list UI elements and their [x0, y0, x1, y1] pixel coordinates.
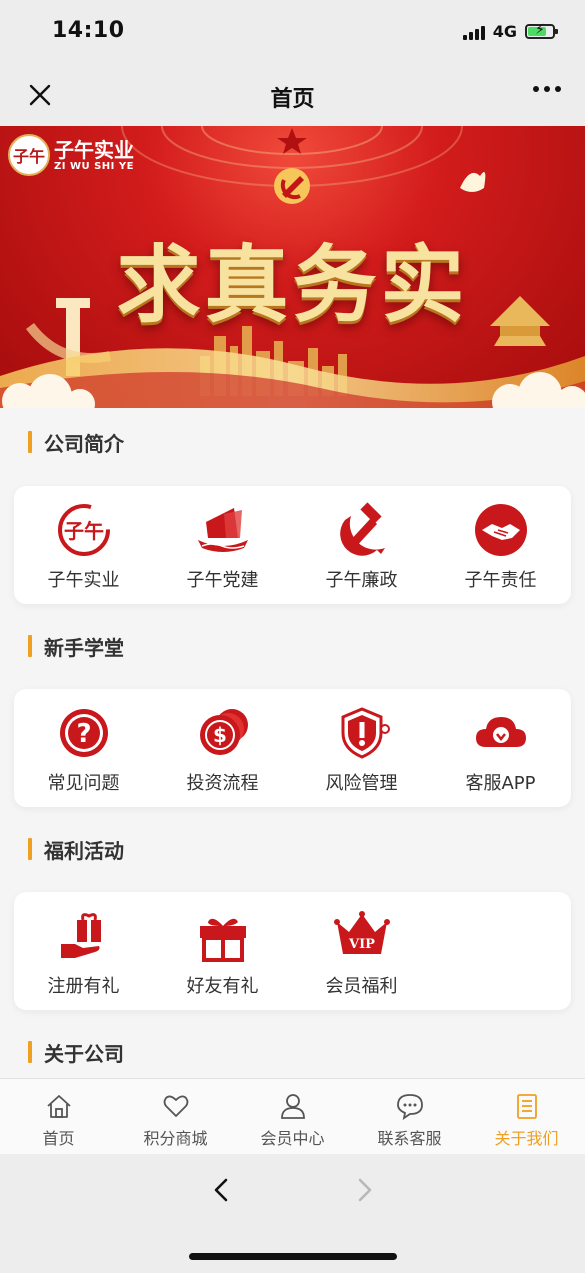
section-title-benefits: 福利活动 — [28, 835, 124, 863]
question-icon: ? — [59, 709, 108, 757]
party-building-icon — [197, 508, 248, 552]
status-time: 14:10 — [52, 18, 125, 43]
dollar-coins-icon: $ — [199, 709, 248, 755]
status-indicators: 4G ⚡ — [462, 22, 558, 41]
tab-home[interactable]: 首页 — [0, 1079, 117, 1154]
forward-arrow-icon[interactable] — [348, 1174, 380, 1206]
back-arrow-icon[interactable] — [206, 1174, 238, 1206]
battery-icon: ⚡ — [525, 22, 558, 39]
tab-points-mall[interactable]: 积分商城 — [117, 1079, 234, 1154]
section-title-beginner: 新手学堂 — [28, 632, 124, 660]
svg-text:$: $ — [213, 723, 227, 747]
main-content[interactable]: 公司简介 子午 子午实业 子午党建 子午廉政 子午责任 新手学堂 ? 常见问题 … — [0, 408, 585, 1078]
card-company-intro: 子午 子午实业 子午党建 子午廉政 子午责任 — [14, 486, 571, 604]
section-title-company: 公司简介 — [28, 428, 124, 456]
vip-crown-icon: VIP — [333, 911, 390, 954]
section-accent-bar — [28, 635, 32, 657]
bottom-tab-bar: 首页 积分商城 会员中心 联系客服 关于我们 — [0, 1078, 585, 1154]
section-accent-bar — [28, 838, 32, 860]
grid-item-faq[interactable]: ? 常见问题 — [14, 705, 153, 795]
banner-slogan: 求真务实 — [116, 235, 469, 334]
grid-item-register-gift[interactable]: 注册有礼 — [14, 908, 153, 998]
section-accent-bar — [28, 431, 32, 453]
browser-toolbar — [0, 1154, 585, 1273]
grid-item-service-app[interactable]: 客服APP — [431, 705, 570, 795]
charging-bolt-icon: ⚡ — [535, 22, 545, 38]
svg-text:VIP: VIP — [348, 937, 375, 952]
brand-name: 子午实业 — [54, 137, 134, 162]
heart-icon — [163, 1095, 188, 1117]
grid-item-party-building[interactable]: 子午党建 — [153, 502, 292, 592]
document-icon — [516, 1094, 537, 1119]
hand-gift-icon — [60, 913, 101, 958]
hammer-sickle-icon — [339, 502, 385, 556]
grid-item-integrity[interactable]: 子午廉政 — [292, 502, 431, 592]
grid-item-invest-process[interactable]: $ 投资流程 — [153, 705, 292, 795]
tab-member-center[interactable]: 会员中心 — [234, 1079, 351, 1154]
grid-item-friend-gift[interactable]: 好友有礼 — [153, 908, 292, 998]
page-title: 首页 — [270, 87, 315, 112]
more-options-icon[interactable] — [533, 86, 561, 92]
section-accent-bar — [28, 1041, 32, 1063]
signal-strength-icon — [462, 24, 485, 40]
section-title-about: 关于公司 — [28, 1038, 124, 1066]
user-icon — [280, 1094, 305, 1119]
brand-seal-icon: 子午 — [8, 134, 50, 176]
brand-name-en: ZI WU SHI YE — [54, 160, 134, 172]
grid-item-risk-management[interactable]: 风险管理 — [292, 705, 431, 795]
gift-box-icon — [199, 918, 246, 962]
company-logo-icon: 子午 — [57, 504, 110, 556]
chat-icon — [396, 1094, 423, 1120]
svg-text:子午: 子午 — [64, 519, 104, 543]
hero-banner[interactable]: 子午 子午实业 ZI WU SHI YE 求真务实 — [0, 126, 585, 408]
network-type: 4G — [492, 22, 517, 41]
brand-logo: 子午 子午实业 ZI WU SHI YE — [8, 134, 134, 176]
cloud-download-icon — [475, 717, 526, 747]
nav-bar: 首页 — [0, 64, 585, 126]
grid-item-ziwu-industry[interactable]: 子午 子午实业 — [14, 502, 153, 592]
card-beginner-school: ? 常见问题 $ 投资流程 风险管理 客服APP — [14, 689, 571, 807]
grid-item-member-benefits[interactable]: VIP 会员福利 — [292, 908, 431, 998]
status-bar: 14:10 4G ⚡ — [0, 0, 585, 64]
svg-text:?: ? — [76, 719, 91, 749]
home-icon — [46, 1095, 71, 1118]
card-benefit-activities: 注册有礼 好友有礼 VIP 会员福利 — [14, 892, 571, 1010]
home-indicator[interactable] — [189, 1253, 397, 1260]
handshake-icon — [474, 504, 527, 556]
tab-contact-service[interactable]: 联系客服 — [351, 1079, 468, 1154]
tab-about-us[interactable]: 关于我们 — [468, 1079, 585, 1154]
grid-item-responsibility[interactable]: 子午责任 — [431, 502, 570, 592]
shield-alert-icon — [341, 707, 390, 759]
party-emblem-icon — [274, 168, 310, 204]
